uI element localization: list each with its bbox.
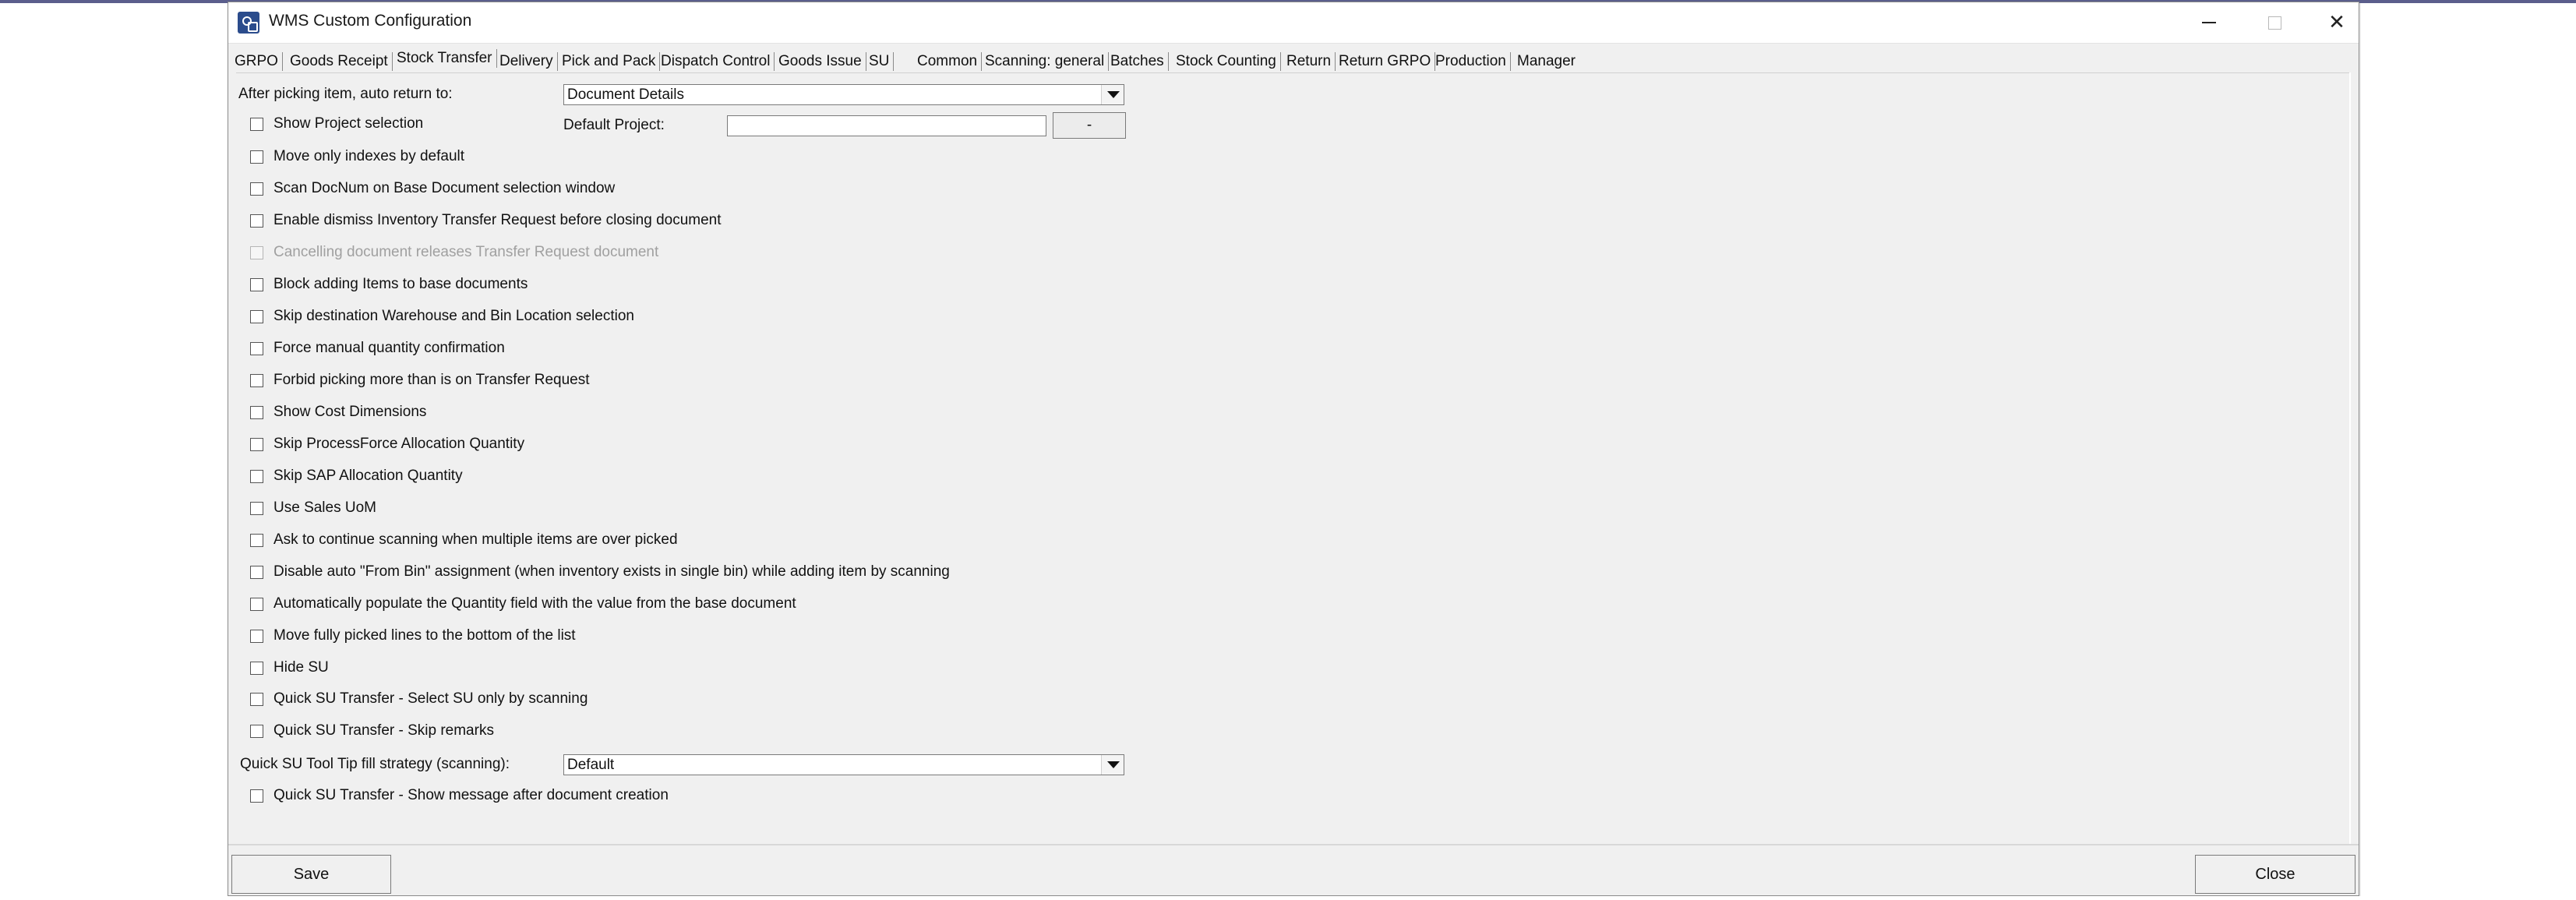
checkbox-label: Disable auto "From Bin" assignment (when…: [273, 563, 950, 580]
skip-processforce-allocation-checkbox[interactable]: [250, 438, 263, 451]
move-fully-picked-lines-checkbox[interactable]: [250, 630, 263, 643]
show-cost-dimensions-checkbox[interactable]: [250, 406, 263, 419]
footer-divider: [228, 844, 2359, 845]
skip-destination-warehouse-checkbox[interactable]: [250, 310, 263, 323]
quick-su-show-message-checkbox[interactable]: [250, 789, 263, 803]
close-window-button[interactable]: ✕: [2304, 2, 2370, 43]
checkbox-label: Force manual quantity confirmation: [273, 340, 505, 356]
checkbox-label: Skip SAP Allocation Quantity: [273, 468, 463, 484]
checkbox-label: Skip ProcessForce Allocation Quantity: [273, 436, 525, 452]
panel-edge: [2349, 72, 2351, 844]
save-button[interactable]: Save: [231, 855, 391, 894]
desktop-background-bottom: [0, 896, 2576, 900]
checkbox-label: Hide SU: [273, 659, 329, 676]
tab-bar: GRPO Goods Receipt Stock Transfer Delive…: [228, 46, 2359, 76]
quick-su-tooltip-value: Default: [567, 757, 615, 773]
tab-batches[interactable]: Batches: [1107, 51, 1169, 72]
tab-grpo[interactable]: GRPO: [231, 51, 283, 72]
tab-pick-and-pack[interactable]: Pick and Pack: [559, 51, 661, 72]
checkbox-label: Automatically populate the Quantity fiel…: [273, 595, 796, 612]
quick-su-select-by-scanning-checkbox[interactable]: [250, 693, 263, 706]
tab-stock-transfer[interactable]: Stock Transfer: [393, 48, 496, 74]
checkbox-label: Scan DocNum on Base Document selection w…: [273, 180, 616, 196]
tab-dispatch-control[interactable]: Dispatch Control: [658, 51, 775, 72]
force-manual-quantity-checkbox[interactable]: [250, 342, 263, 355]
checkbox-label: Block adding Items to base documents: [273, 276, 528, 292]
chevron-down-icon[interactable]: [1101, 755, 1124, 775]
quick-su-tooltip-select[interactable]: Default: [563, 754, 1124, 775]
minimize-icon: [2202, 22, 2216, 23]
tab-common[interactable]: Common: [914, 51, 983, 72]
ask-continue-scanning-checkbox[interactable]: [250, 534, 263, 547]
wms-config-window: WMS Custom Configuration ✕ GRPO Goods Re…: [228, 2, 2359, 896]
tab-stock-counting[interactable]: Stock Counting: [1173, 51, 1281, 72]
tab-goods-issue[interactable]: Goods Issue: [775, 51, 866, 72]
cancelling-releases-request-checkbox: [250, 246, 263, 259]
desktop-background-left: [0, 0, 228, 900]
checkbox-label: Show Cost Dimensions: [273, 404, 427, 420]
block-adding-items-checkbox[interactable]: [250, 278, 263, 291]
checkbox-label: Ask to continue scanning when multiple i…: [273, 531, 678, 548]
checkbox-label: Cancelling document releases Transfer Re…: [273, 244, 659, 260]
checkbox-label: Quick SU Transfer - Select SU only by sc…: [273, 690, 588, 707]
chevron-down-icon[interactable]: [1101, 85, 1124, 104]
use-sales-uom-checkbox[interactable]: [250, 502, 263, 515]
default-project-label: Default Project:: [563, 117, 665, 133]
close-button[interactable]: Close: [2195, 855, 2355, 894]
tab-delivery[interactable]: Delivery: [496, 51, 558, 72]
quick-su-skip-remarks-checkbox[interactable]: [250, 725, 263, 738]
checkbox-label: Use Sales UoM: [273, 499, 376, 516]
show-project-selection-checkbox[interactable]: [250, 118, 263, 131]
quick-su-tooltip-label: Quick SU Tool Tip fill strategy (scannin…: [240, 756, 510, 772]
stock-transfer-panel: After picking item, auto return to: Docu…: [236, 72, 2351, 845]
tab-return[interactable]: Return: [1283, 51, 1336, 72]
auto-return-select[interactable]: Document Details: [563, 84, 1124, 105]
checkbox-label: Forbid picking more than is on Transfer …: [273, 372, 590, 388]
checkbox-label: Move fully picked lines to the bottom of…: [273, 627, 576, 644]
desktop-background-right: [2361, 0, 2576, 900]
checkbox-label: Move only indexes by default: [273, 148, 465, 164]
auto-populate-quantity-checkbox[interactable]: [250, 598, 263, 611]
tab-goods-receipt[interactable]: Goods Receipt: [287, 51, 393, 72]
checkbox-label: Show Project selection: [273, 115, 424, 132]
tab-manager[interactable]: Manager: [1514, 51, 1579, 72]
enable-dismiss-transfer-request-checkbox[interactable]: [250, 214, 263, 228]
maximize-button[interactable]: [2242, 2, 2307, 43]
tab-su[interactable]: SU: [866, 51, 895, 72]
tab-production[interactable]: Production: [1432, 51, 1511, 72]
default-project-input[interactable]: [727, 115, 1046, 136]
tab-scanning-general[interactable]: Scanning: general: [982, 51, 1110, 72]
title-bar[interactable]: WMS Custom Configuration ✕: [228, 2, 2359, 44]
default-project-picker-button[interactable]: -: [1053, 112, 1126, 139]
hide-su-checkbox[interactable]: [250, 662, 263, 675]
maximize-icon: [2267, 16, 2281, 30]
minimize-button[interactable]: [2176, 2, 2242, 43]
scan-docnum-checkbox[interactable]: [250, 182, 263, 196]
close-icon: ✕: [2328, 11, 2345, 34]
disable-auto-from-bin-checkbox[interactable]: [250, 566, 263, 579]
forbid-picking-more-checkbox[interactable]: [250, 374, 263, 387]
move-only-indexes-checkbox[interactable]: [250, 150, 263, 164]
auto-return-label: After picking item, auto return to:: [238, 86, 453, 102]
checkbox-label: Quick SU Transfer - Skip remarks: [273, 722, 494, 739]
checkbox-label: Skip destination Warehouse and Bin Locat…: [273, 308, 634, 324]
checkbox-label: Quick SU Transfer - Show message after d…: [273, 787, 669, 803]
window-title: WMS Custom Configuration: [269, 12, 472, 30]
checkbox-label: Enable dismiss Inventory Transfer Reques…: [273, 212, 722, 228]
auto-return-value: Document Details: [567, 86, 684, 103]
app-icon: [238, 12, 259, 34]
tab-return-grpo[interactable]: Return GRPO: [1336, 51, 1436, 72]
skip-sap-allocation-checkbox[interactable]: [250, 470, 263, 483]
